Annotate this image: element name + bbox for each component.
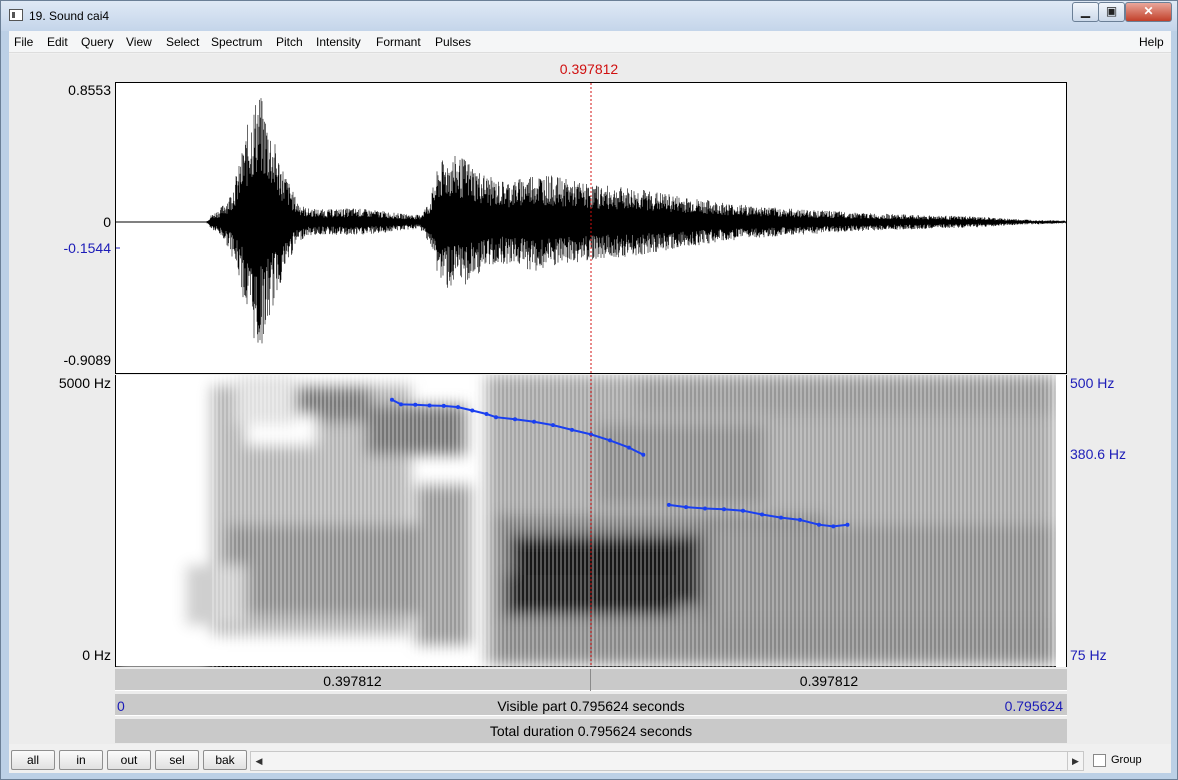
praat-sound-window: 19. Sound cai4 ▁ ▣ ✕ File Edit Query Vie… bbox=[0, 0, 1178, 780]
pitch-point bbox=[627, 445, 631, 450]
pitch-top-label: 500 Hz bbox=[1070, 375, 1115, 391]
selection-duration-row[interactable]: 0.397812 0.397812 bbox=[115, 669, 1067, 691]
wave-ymin-label: -0.9089 bbox=[63, 352, 111, 368]
spectrogram-freq-bottom-label: 0 Hz bbox=[82, 647, 111, 663]
spectrogram-panel[interactable] bbox=[115, 375, 1067, 667]
menu-spectrum[interactable]: Spectrum bbox=[211, 35, 262, 49]
menu-pitch[interactable]: Pitch bbox=[276, 35, 303, 49]
pitch-point bbox=[722, 507, 726, 512]
sound-editor: 0.397812 0.8553 0 -0.1544 -0.9089 5000 H… bbox=[9, 54, 1171, 744]
zoom-out-button[interactable]: out bbox=[107, 750, 151, 770]
minimize-icon: ▁ bbox=[1080, 4, 1091, 18]
pitch-point bbox=[427, 403, 432, 408]
pitch-point bbox=[760, 512, 764, 517]
pitch-point bbox=[798, 517, 802, 522]
menu-intensity[interactable]: Intensity bbox=[316, 35, 361, 49]
cursor-time-label: 0.397812 bbox=[559, 61, 619, 77]
scroll-left-arrow-icon[interactable]: ◀ bbox=[251, 752, 267, 770]
pitch-point bbox=[513, 417, 517, 422]
zoom-all-button[interactable]: all bbox=[11, 750, 55, 770]
pitch-point bbox=[684, 505, 688, 510]
total-duration-text: Total duration 0.795624 seconds bbox=[489, 723, 693, 739]
menu-pulses[interactable]: Pulses bbox=[435, 35, 471, 49]
pitch-point bbox=[779, 515, 783, 520]
pitch-point bbox=[608, 438, 612, 443]
right-part-duration: 0.397812 bbox=[799, 673, 859, 689]
close-button[interactable]: ✕ bbox=[1125, 2, 1172, 22]
pitch-point bbox=[484, 412, 489, 416]
zoom-selection-button[interactable]: sel bbox=[155, 750, 199, 770]
pitch-point bbox=[831, 524, 836, 529]
left-part-duration: 0.397812 bbox=[323, 673, 382, 689]
group-checkbox[interactable] bbox=[1093, 754, 1106, 767]
pitch-point bbox=[741, 508, 745, 513]
waveform-panel[interactable] bbox=[115, 82, 1067, 374]
pitch-point bbox=[470, 408, 475, 413]
menu-formant[interactable]: Formant bbox=[376, 35, 421, 49]
spectrogram-right-margin bbox=[1056, 375, 1066, 667]
visible-end-time: 0.795624 bbox=[1004, 698, 1063, 714]
pitch-point bbox=[413, 402, 418, 407]
menu-view[interactable]: View bbox=[126, 35, 152, 49]
window-icon bbox=[9, 9, 23, 21]
pitch-point bbox=[845, 522, 850, 527]
pitch-point bbox=[817, 522, 821, 527]
pitch-point bbox=[532, 419, 536, 424]
horizontal-scrollbar[interactable]: ◀ ▶ bbox=[250, 751, 1084, 771]
pitch-point bbox=[441, 403, 446, 408]
zoom-back-button[interactable]: bak bbox=[203, 750, 247, 770]
pitch-point bbox=[390, 397, 394, 402]
pitch-point bbox=[666, 502, 671, 507]
pitch-point bbox=[551, 423, 555, 428]
zoom-in-button[interactable]: in bbox=[59, 750, 103, 770]
pitch-point bbox=[456, 405, 460, 410]
pitch-bottom-label: 75 Hz bbox=[1070, 647, 1107, 663]
title-bar[interactable]: 19. Sound cai4 ▁ ▣ ✕ bbox=[1, 1, 1177, 31]
menu-edit[interactable]: Edit bbox=[47, 35, 68, 49]
client-area: File Edit Query View Select Spectrum Pit… bbox=[9, 31, 1171, 773]
pitch-point bbox=[399, 402, 403, 407]
wave-ymax-label: 0.8553 bbox=[68, 82, 111, 98]
menu-query[interactable]: Query bbox=[81, 35, 114, 49]
spectrogram-plot bbox=[116, 375, 1066, 667]
visible-part-text: Visible part 0.795624 seconds bbox=[497, 698, 685, 714]
pitch-point bbox=[641, 452, 646, 457]
pitch-mark-label: 380.6 Hz bbox=[1070, 446, 1127, 462]
close-icon: ✕ bbox=[1143, 4, 1154, 18]
group-label: Group bbox=[1111, 754, 1142, 766]
waveform-plot bbox=[115, 83, 1066, 373]
minimize-button[interactable]: ▁ bbox=[1072, 2, 1099, 22]
pitch-point bbox=[570, 427, 574, 432]
wave-cursor-value-label: -0.1544 bbox=[63, 240, 111, 256]
menu-select[interactable]: Select bbox=[166, 35, 199, 49]
window-title: 19. Sound cai4 bbox=[29, 9, 110, 23]
spectrogram-texture bbox=[211, 375, 1056, 667]
pitch-point bbox=[494, 415, 498, 420]
total-duration-row[interactable]: Total duration 0.795624 seconds bbox=[115, 719, 1067, 743]
menu-help[interactable]: Help bbox=[1139, 35, 1164, 49]
menu-file[interactable]: File bbox=[14, 35, 33, 49]
spectrogram-freq-top-label: 5000 Hz bbox=[58, 375, 111, 391]
pitch-point bbox=[703, 506, 707, 511]
scroll-right-arrow-icon[interactable]: ▶ bbox=[1067, 752, 1083, 770]
maximize-button[interactable]: ▣ bbox=[1098, 2, 1125, 22]
wave-zero-label: 0 bbox=[103, 214, 111, 230]
bottom-toolbar: all in out sel bak ◀ ▶ Group bbox=[9, 746, 1171, 773]
maximize-icon: ▣ bbox=[1105, 4, 1118, 18]
visible-part-row[interactable]: 0 Visible part 0.795624 seconds 0.795624 bbox=[115, 694, 1067, 716]
menu-bar: File Edit Query View Select Spectrum Pit… bbox=[9, 31, 1171, 53]
